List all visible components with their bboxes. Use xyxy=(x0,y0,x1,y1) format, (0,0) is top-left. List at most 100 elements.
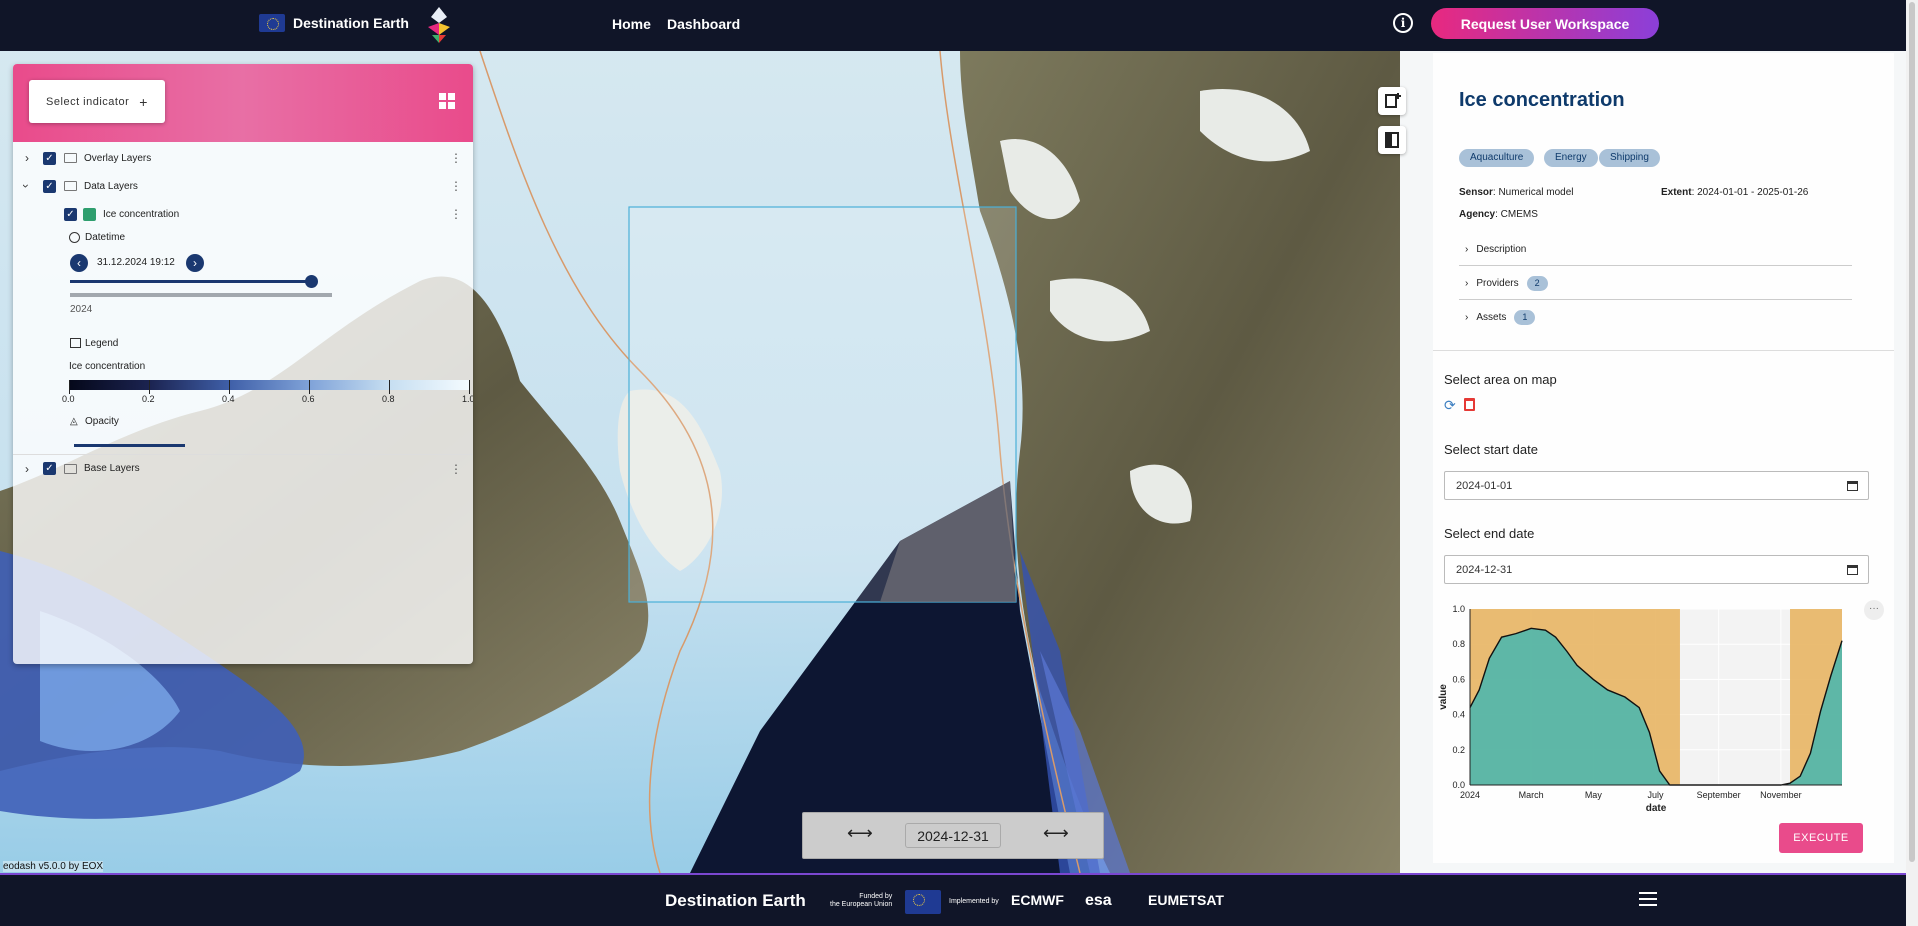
agency-value: : CMEMS xyxy=(1495,209,1538,220)
legend-label: Legend xyxy=(85,338,119,349)
funded-text: Funded by the European Union xyxy=(830,893,892,909)
y-tick-label: 0.4 xyxy=(1452,710,1465,720)
sensor-meta: Sensor: Numerical model xyxy=(1459,187,1574,198)
sensor-value: : Numerical model xyxy=(1492,187,1574,198)
providers-label: Providers xyxy=(1476,277,1519,289)
eumetsat-logo[interactable]: EUMETSAT xyxy=(1148,892,1224,908)
providers-expander[interactable]: › Providers 2 xyxy=(1459,267,1852,300)
esa-logo[interactable]: esa xyxy=(1085,892,1112,910)
assets-count-badge: 1 xyxy=(1514,310,1536,325)
more-options-icon[interactable]: ⋮ xyxy=(450,179,462,193)
draw-area-icon[interactable]: ⟳ xyxy=(1444,397,1456,414)
datetime-value: 31.12.2024 19:12 xyxy=(97,257,175,268)
description-expander[interactable]: › Description xyxy=(1459,233,1852,266)
x-tick-label: September xyxy=(1697,790,1741,800)
providers-count-badge: 2 xyxy=(1526,275,1548,291)
datetime-label: Datetime xyxy=(85,232,126,243)
description-label: Description xyxy=(1476,243,1527,255)
time-slider-fill xyxy=(70,280,312,283)
implemented-text: Implemented by xyxy=(949,898,999,905)
layer-panel-header: Select indicator + xyxy=(13,64,473,142)
tag-chip[interactable]: Aquaculture xyxy=(1459,149,1535,167)
data-layers-checkbox[interactable]: ✓ xyxy=(43,179,56,193)
year-label: 2024 xyxy=(70,304,93,315)
x-tick-label: March xyxy=(1519,790,1544,800)
eu-flag-icon xyxy=(259,14,285,32)
layer-group-overlay[interactable]: › ✓ Overlay Layers ⋮ xyxy=(13,144,473,172)
more-options-icon[interactable]: ⋮ xyxy=(450,151,462,165)
indicator-title: Ice concentration xyxy=(1459,89,1625,111)
end-date-value: 2024-12-31 xyxy=(1456,563,1513,576)
top-bar: Destination Earth Home Dashboard i Reque… xyxy=(0,0,1906,51)
ecmwf-logo[interactable]: ECMWF xyxy=(1011,892,1064,908)
folder-icon xyxy=(64,463,77,474)
start-date-value: 2024-01-01 xyxy=(1456,479,1513,492)
sensor-label: Sensor xyxy=(1459,187,1493,198)
calendar-icon[interactable] xyxy=(1847,565,1858,575)
layer-ice-concentration[interactable]: ✓ Ice concentration ⋮ xyxy=(13,200,473,228)
compare-icon xyxy=(1385,132,1399,148)
end-date-input[interactable]: 2024-12-31 xyxy=(1444,555,1869,584)
execute-button[interactable]: EXECUTE xyxy=(1779,823,1863,853)
chart-menu-icon[interactable]: ··· xyxy=(1864,600,1884,620)
step-forward-icon[interactable]: ⟷ xyxy=(1043,823,1069,844)
clock-icon xyxy=(69,232,80,243)
x-tick-label: 2024 xyxy=(1460,790,1480,800)
legend-tick-label: 0.8 xyxy=(382,394,395,404)
brand-title: Destination Earth xyxy=(293,15,409,31)
chevron-right-icon: › xyxy=(1465,312,1469,323)
ice-layer-checkbox[interactable]: ✓ xyxy=(64,207,77,221)
more-options-icon[interactable]: ⋮ xyxy=(450,462,462,476)
legend-tick-label: 0.4 xyxy=(222,394,235,404)
menu-icon[interactable] xyxy=(1639,892,1657,906)
layer-group-base[interactable]: › ✓ Base Layers ⋮ xyxy=(13,454,473,482)
time-control-date[interactable]: 2024-12-31 xyxy=(905,823,1001,848)
next-date-button[interactable]: › xyxy=(186,254,204,272)
step-back-icon[interactable]: ⟷ xyxy=(847,823,873,844)
extent-label: Extent xyxy=(1661,187,1692,198)
delete-area-icon[interactable] xyxy=(1464,398,1475,411)
y-axis-label: value xyxy=(1438,684,1449,710)
layer-color-swatch xyxy=(83,207,96,221)
assets-label: Assets xyxy=(1476,312,1507,323)
nav-dashboard[interactable]: Dashboard xyxy=(667,16,740,32)
chevron-right-icon[interactable]: › xyxy=(25,151,29,165)
time-histogram xyxy=(70,293,332,297)
nav-home[interactable]: Home xyxy=(612,16,651,32)
time-slider-handle[interactable] xyxy=(305,275,319,288)
brand[interactable]: Destination Earth xyxy=(259,14,409,32)
legend-tick-mark xyxy=(469,380,470,394)
legend-tick-label: 0.0 xyxy=(62,394,75,404)
request-workspace-button[interactable]: Request User Workspace xyxy=(1431,8,1659,39)
y-tick-label: 0.2 xyxy=(1452,745,1465,755)
map-add-layer-button[interactable] xyxy=(1378,87,1406,115)
page-scrollbar[interactable] xyxy=(1906,0,1918,926)
tag-chip[interactable]: Energy xyxy=(1544,149,1598,167)
y-tick-label: 0.6 xyxy=(1452,674,1465,684)
calendar-icon[interactable] xyxy=(1847,481,1858,491)
start-date-input[interactable]: 2024-01-01 xyxy=(1444,471,1869,500)
compare-button[interactable] xyxy=(1378,126,1406,154)
opacity-slider[interactable] xyxy=(74,444,444,447)
start-date-label: Select start date xyxy=(1444,442,1538,457)
chevron-down-icon[interactable]: › xyxy=(19,184,33,188)
base-layers-label: Base Layers xyxy=(84,463,140,474)
info-icon[interactable]: i xyxy=(1393,13,1413,33)
layer-group-data[interactable]: › ✓ Data Layers ⋮ xyxy=(13,172,473,200)
select-indicator-button[interactable]: Select indicator + xyxy=(29,80,165,123)
base-layers-checkbox[interactable]: ✓ xyxy=(43,462,56,475)
opacity-slider-fill xyxy=(74,444,185,447)
assets-expander[interactable]: › Assets 1 xyxy=(1459,301,1852,334)
version-label: eodash v5.0.0 by EOX xyxy=(3,861,104,872)
funded-line1: Funded by xyxy=(859,893,893,900)
dashboard-grid-icon[interactable] xyxy=(439,93,455,109)
layer-settings: Datetime ‹ 31.12.2024 19:12 › 2024 Legen… xyxy=(13,228,473,454)
overlay-layers-checkbox[interactable]: ✓ xyxy=(43,151,56,165)
more-options-icon[interactable]: ⋮ xyxy=(450,207,462,221)
time-slider[interactable] xyxy=(70,275,319,288)
folder-icon xyxy=(64,153,77,163)
previous-date-button[interactable]: ‹ xyxy=(70,254,88,272)
chevron-right-icon[interactable]: › xyxy=(25,462,29,476)
time-control: ⟷ 2024-12-31 ⟷ xyxy=(802,812,1104,859)
tag-chip[interactable]: Shipping xyxy=(1599,149,1660,167)
